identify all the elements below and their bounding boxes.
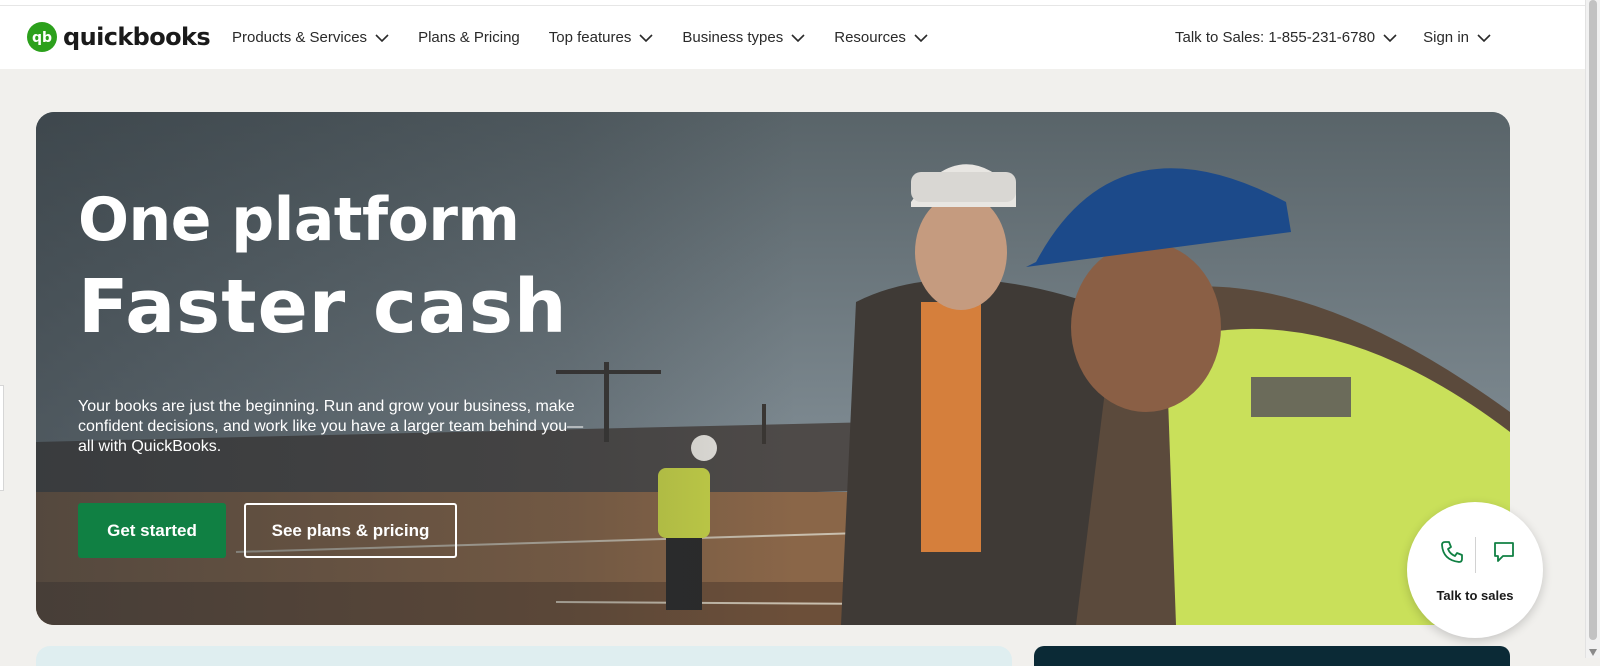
nav-label: Resources bbox=[834, 29, 906, 46]
nav-label: Products & Services bbox=[232, 29, 368, 46]
talk-to-sales-phone-link[interactable]: Talk to Sales: 1-855-231-6780 bbox=[1175, 29, 1397, 46]
sales-phone-label: Talk to Sales: 1-855-231-6780 bbox=[1174, 29, 1376, 46]
chevron-down-icon bbox=[914, 33, 928, 42]
hero-title-line2: Faster cash bbox=[78, 264, 568, 350]
header-right: Talk to Sales: 1-855-231-6780 Sign in bbox=[1149, 6, 1491, 69]
nav-plans-pricing[interactable]: Plans & Pricing bbox=[418, 29, 520, 46]
scroll-down-arrow-icon[interactable] bbox=[1589, 649, 1597, 656]
nav-business-types[interactable]: Business types bbox=[682, 29, 805, 46]
hero-subtitle: Your books are just the beginning. Run a… bbox=[78, 398, 584, 455]
nav-label: Business types bbox=[682, 29, 784, 46]
page-scrollbar[interactable] bbox=[1585, 0, 1600, 658]
chevron-down-icon bbox=[375, 33, 389, 42]
chevron-down-icon bbox=[791, 33, 805, 42]
nav-label: Plans & Pricing bbox=[418, 29, 520, 46]
feature-card-dark bbox=[1034, 646, 1510, 666]
qb-logo-icon: qb bbox=[27, 22, 57, 52]
nav-label: Top features bbox=[548, 29, 632, 46]
scroll-thumb[interactable] bbox=[1589, 0, 1597, 640]
widget-divider bbox=[1475, 537, 1476, 573]
get-started-button[interactable]: Get started bbox=[78, 503, 226, 558]
nav-resources[interactable]: Resources bbox=[834, 29, 928, 46]
quickbooks-logo[interactable]: qb quickbooks bbox=[27, 22, 211, 52]
nav-products-services[interactable]: Products & Services bbox=[232, 29, 389, 46]
sign-in-button[interactable]: Sign in bbox=[1423, 29, 1491, 46]
talk-to-sales-label: Talk to sales bbox=[1436, 588, 1514, 603]
logo-wordmark: quickbooks bbox=[63, 23, 211, 51]
hero-banner: One platform Faster cash Your books are … bbox=[36, 112, 1510, 625]
chat-icon[interactable] bbox=[1491, 539, 1517, 565]
see-plans-pricing-button[interactable]: See plans & pricing bbox=[244, 503, 457, 558]
hero-title-line1: One platform bbox=[78, 185, 520, 255]
talk-to-sales-widget: Talk to sales bbox=[1407, 502, 1543, 638]
feature-card-light bbox=[36, 646, 1012, 666]
nav-top-features[interactable]: Top features bbox=[549, 29, 654, 46]
svg-text:qb: qb bbox=[32, 30, 52, 46]
sign-in-label: Sign in bbox=[1423, 29, 1469, 46]
site-header: qb quickbooks Products & Services Plans … bbox=[0, 6, 1586, 69]
chevron-down-icon bbox=[1383, 33, 1397, 42]
side-feedback-tab[interactable] bbox=[0, 385, 4, 491]
main-nav: Products & Services Plans & Pricing Top … bbox=[232, 6, 957, 69]
chevron-down-icon bbox=[639, 33, 653, 42]
phone-icon[interactable] bbox=[1439, 539, 1465, 565]
chevron-down-icon bbox=[1477, 33, 1491, 42]
